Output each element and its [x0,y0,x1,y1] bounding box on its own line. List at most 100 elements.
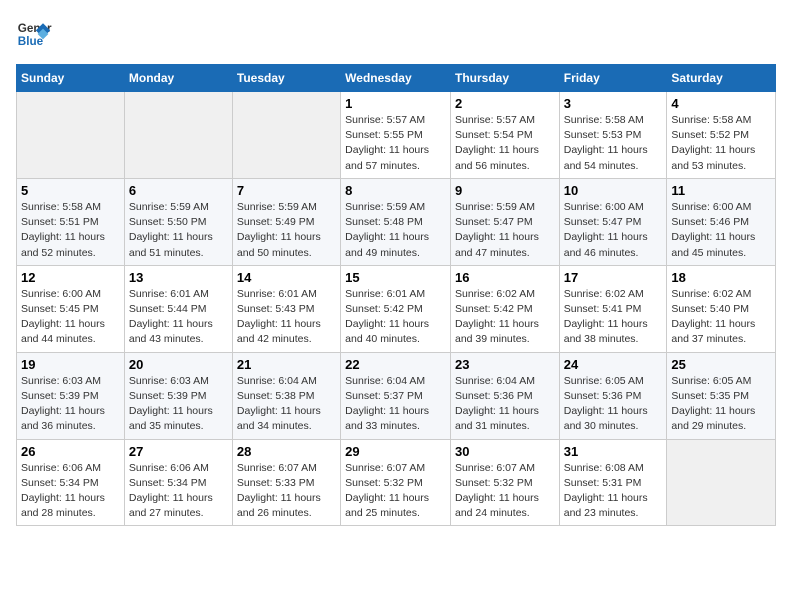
day-number: 3 [564,96,663,111]
day-info: Sunrise: 5:58 AMSunset: 5:51 PMDaylight:… [21,200,120,261]
day-number: 11 [671,183,771,198]
calendar-day: 30Sunrise: 6:07 AMSunset: 5:32 PMDayligh… [450,439,559,526]
day-number: 17 [564,270,663,285]
svg-text:Blue: Blue [18,35,44,48]
column-header-monday: Monday [124,65,232,92]
day-info: Sunrise: 6:04 AMSunset: 5:38 PMDaylight:… [237,374,336,435]
calendar-week-3: 12 Sunrise: 6:00 AMSunset: 5:45 PMDayligh… [17,265,776,352]
day-number: 18 [671,270,771,285]
calendar-day: 21 Sunrise: 6:04 AMSunset: 5:38 PMDayligh… [232,352,340,439]
day-number: 8 [345,183,446,198]
day-number: 2 [455,96,555,111]
day-info: Sunrise: 6:01 AMSunset: 5:44 PMDaylight:… [129,287,228,348]
day-info: Sunrise: 5:59 AMSunset: 5:48 PMDaylight:… [345,200,446,261]
day-number: 9 [455,183,555,198]
day-number: 30 [455,444,555,459]
day-number: 6 [129,183,228,198]
day-info: Sunrise: 5:57 AMSunset: 5:54 PMDaylight:… [455,113,555,174]
calendar-day: 12 Sunrise: 6:00 AMSunset: 5:45 PMDayligh… [17,265,125,352]
day-info: Sunrise: 6:03 AMSunset: 5:39 PMDaylight:… [129,374,228,435]
calendar-day: 11 Sunrise: 6:00 AMSunset: 5:46 PMDayligh… [667,178,776,265]
calendar-day: 8 Sunrise: 5:59 AMSunset: 5:48 PMDaylight… [341,178,451,265]
day-number: 15 [345,270,446,285]
day-info: Sunrise: 6:07 AMSunset: 5:33 PMDaylight:… [237,461,336,522]
day-number: 20 [129,357,228,372]
day-info: Sunrise: 5:57 AMSunset: 5:55 PMDaylight:… [345,113,446,174]
calendar-day: 13 Sunrise: 6:01 AMSunset: 5:44 PMDayligh… [124,265,232,352]
day-number: 1 [345,96,446,111]
calendar-day [232,92,340,179]
day-info: Sunrise: 6:00 AMSunset: 5:46 PMDaylight:… [671,200,771,261]
day-info: Sunrise: 6:02 AMSunset: 5:42 PMDaylight:… [455,287,555,348]
calendar-week-2: 5 Sunrise: 5:58 AMSunset: 5:51 PMDaylight… [17,178,776,265]
column-header-tuesday: Tuesday [232,65,340,92]
calendar-day: 10 Sunrise: 6:00 AMSunset: 5:47 PMDayligh… [559,178,667,265]
day-number: 10 [564,183,663,198]
calendar-day: 4Sunrise: 5:58 AMSunset: 5:52 PMDaylight… [667,92,776,179]
calendar-day: 1 Sunrise: 5:57 AMSunset: 5:55 PMDaylight… [341,92,451,179]
day-number: 21 [237,357,336,372]
day-info: Sunrise: 6:07 AMSunset: 5:32 PMDaylight:… [345,461,446,522]
day-info: Sunrise: 5:59 AMSunset: 5:50 PMDaylight:… [129,200,228,261]
day-number: 16 [455,270,555,285]
calendar-day: 5 Sunrise: 5:58 AMSunset: 5:51 PMDaylight… [17,178,125,265]
day-info: Sunrise: 6:06 AMSunset: 5:34 PMDaylight:… [129,461,228,522]
day-info: Sunrise: 6:05 AMSunset: 5:36 PMDaylight:… [564,374,663,435]
calendar-day: 15 Sunrise: 6:01 AMSunset: 5:42 PMDayligh… [341,265,451,352]
day-number: 31 [564,444,663,459]
day-info: Sunrise: 5:58 AMSunset: 5:53 PMDaylight:… [564,113,663,174]
calendar-day: 23Sunrise: 6:04 AMSunset: 5:36 PMDayligh… [450,352,559,439]
calendar-day: 26 Sunrise: 6:06 AMSunset: 5:34 PMDayligh… [17,439,125,526]
calendar-day: 17 Sunrise: 6:02 AMSunset: 5:41 PMDayligh… [559,265,667,352]
day-number: 29 [345,444,446,459]
day-info: Sunrise: 6:04 AMSunset: 5:37 PMDaylight:… [345,374,446,435]
calendar-day: 3 Sunrise: 5:58 AMSunset: 5:53 PMDaylight… [559,92,667,179]
page-header: General Blue [16,16,776,52]
calendar-day: 24 Sunrise: 6:05 AMSunset: 5:36 PMDayligh… [559,352,667,439]
column-header-friday: Friday [559,65,667,92]
day-number: 28 [237,444,336,459]
calendar-day: 18 Sunrise: 6:02 AMSunset: 5:40 PMDayligh… [667,265,776,352]
day-info: Sunrise: 6:06 AMSunset: 5:34 PMDaylight:… [21,461,120,522]
day-info: Sunrise: 6:05 AMSunset: 5:35 PMDaylight:… [671,374,771,435]
day-number: 14 [237,270,336,285]
day-number: 24 [564,357,663,372]
day-number: 5 [21,183,120,198]
calendar-day: 28 Sunrise: 6:07 AMSunset: 5:33 PMDayligh… [232,439,340,526]
day-number: 22 [345,357,446,372]
day-info: Sunrise: 6:08 AMSunset: 5:31 PMDaylight:… [564,461,663,522]
calendar-table: SundayMondayTuesdayWednesdayThursdayFrid… [16,64,776,526]
logo-icon: General Blue [16,16,52,52]
day-number: 19 [21,357,120,372]
calendar-day: 22 Sunrise: 6:04 AMSunset: 5:37 PMDayligh… [341,352,451,439]
day-info: Sunrise: 6:00 AMSunset: 5:47 PMDaylight:… [564,200,663,261]
day-number: 26 [21,444,120,459]
day-info: Sunrise: 6:01 AMSunset: 5:43 PMDaylight:… [237,287,336,348]
calendar-day: 16 Sunrise: 6:02 AMSunset: 5:42 PMDayligh… [450,265,559,352]
day-info: Sunrise: 5:59 AMSunset: 5:47 PMDaylight:… [455,200,555,261]
column-header-thursday: Thursday [450,65,559,92]
calendar-day: 31 Sunrise: 6:08 AMSunset: 5:31 PMDayligh… [559,439,667,526]
calendar-day: 25 Sunrise: 6:05 AMSunset: 5:35 PMDayligh… [667,352,776,439]
day-info: Sunrise: 6:02 AMSunset: 5:41 PMDaylight:… [564,287,663,348]
day-number: 4 [671,96,771,111]
calendar-day [124,92,232,179]
calendar-day: 14 Sunrise: 6:01 AMSunset: 5:43 PMDayligh… [232,265,340,352]
day-info: Sunrise: 6:01 AMSunset: 5:42 PMDaylight:… [345,287,446,348]
day-number: 25 [671,357,771,372]
calendar-week-4: 19 Sunrise: 6:03 AMSunset: 5:39 PMDayligh… [17,352,776,439]
calendar-day [17,92,125,179]
calendar-day: 19 Sunrise: 6:03 AMSunset: 5:39 PMDayligh… [17,352,125,439]
day-info: Sunrise: 6:00 AMSunset: 5:45 PMDaylight:… [21,287,120,348]
day-number: 23 [455,357,555,372]
calendar-day: 6 Sunrise: 5:59 AMSunset: 5:50 PMDaylight… [124,178,232,265]
day-info: Sunrise: 5:59 AMSunset: 5:49 PMDaylight:… [237,200,336,261]
day-number: 13 [129,270,228,285]
day-number: 27 [129,444,228,459]
day-info: Sunrise: 6:03 AMSunset: 5:39 PMDaylight:… [21,374,120,435]
calendar-day: 9 Sunrise: 5:59 AMSunset: 5:47 PMDaylight… [450,178,559,265]
calendar-day: 7Sunrise: 5:59 AMSunset: 5:49 PMDaylight… [232,178,340,265]
calendar-week-5: 26 Sunrise: 6:06 AMSunset: 5:34 PMDayligh… [17,439,776,526]
day-number: 12 [21,270,120,285]
day-info: Sunrise: 6:02 AMSunset: 5:40 PMDaylight:… [671,287,771,348]
